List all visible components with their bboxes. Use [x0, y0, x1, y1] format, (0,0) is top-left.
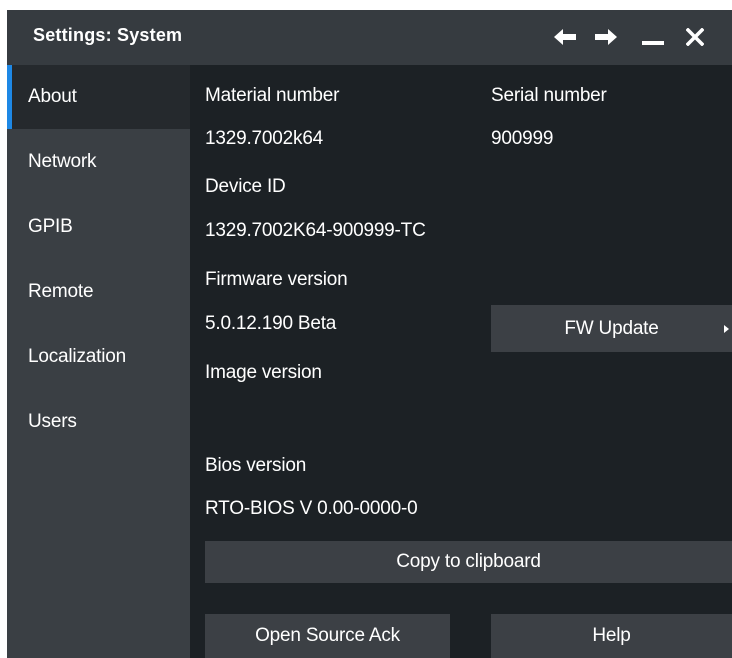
about-panel: Material number Serial number 1329.7002k…: [190, 65, 732, 658]
help-button[interactable]: Help: [491, 614, 732, 658]
open-source-ack-label: Open Source Ack: [255, 625, 400, 646]
image-version-label: Image version: [205, 362, 322, 383]
bios-version-label: Bios version: [205, 455, 307, 476]
sidebar-item-label: Network: [28, 151, 97, 172]
sidebar-item-remote[interactable]: Remote: [7, 260, 190, 324]
sidebar-item-users[interactable]: Users: [7, 390, 190, 454]
device-id-value: 1329.7002K64-900999-TC: [205, 220, 426, 241]
fw-update-label: FW Update: [564, 317, 659, 339]
fw-update-button[interactable]: FW Update: [491, 305, 732, 352]
firmware-version-value: 5.0.12.190 Beta: [205, 313, 337, 334]
serial-number-label: Serial number: [491, 85, 607, 106]
window-title: Settings: System: [33, 25, 183, 45]
title-bar: Settings: System: [7, 10, 732, 65]
close-button[interactable]: [679, 20, 711, 54]
copy-to-clipboard-label: Copy to clipboard: [396, 551, 541, 572]
forward-button[interactable]: [590, 20, 622, 54]
minimize-icon: [642, 41, 664, 45]
sidebar-item-about[interactable]: About: [7, 65, 190, 129]
minimize-button[interactable]: [637, 20, 669, 54]
bios-version-value: RTO-BIOS V 0.00-0000-0: [205, 498, 418, 519]
back-arrow-icon: [554, 29, 576, 45]
material-number-value: 1329.7002k64: [205, 128, 324, 149]
sidebar-item-label: Localization: [28, 346, 126, 367]
settings-window: Settings: System About Network GPIB Remo…: [7, 10, 732, 658]
forward-arrow-icon: [595, 29, 617, 45]
back-button[interactable]: [549, 20, 581, 54]
material-number-label: Material number: [205, 85, 340, 106]
copy-to-clipboard-button[interactable]: Copy to clipboard: [205, 541, 732, 583]
serial-number-value: 900999: [491, 128, 554, 149]
close-icon: [686, 28, 704, 46]
sidebar-item-network[interactable]: Network: [7, 130, 190, 194]
device-id-label: Device ID: [205, 176, 286, 197]
sidebar-item-gpib[interactable]: GPIB: [7, 195, 190, 259]
sidebar-item-label: GPIB: [28, 216, 73, 237]
sidebar-item-label: Users: [28, 411, 77, 432]
sidebar-item-label: Remote: [28, 281, 94, 302]
help-label: Help: [592, 625, 631, 646]
open-source-ack-button[interactable]: Open Source Ack: [205, 614, 450, 658]
firmware-version-label: Firmware version: [205, 269, 348, 290]
submenu-arrow-icon: [724, 324, 729, 333]
sidebar-item-label: About: [28, 86, 77, 107]
sidebar-item-localization[interactable]: Localization: [7, 325, 190, 389]
settings-sidebar: About Network GPIB Remote Localization U…: [7, 65, 190, 658]
